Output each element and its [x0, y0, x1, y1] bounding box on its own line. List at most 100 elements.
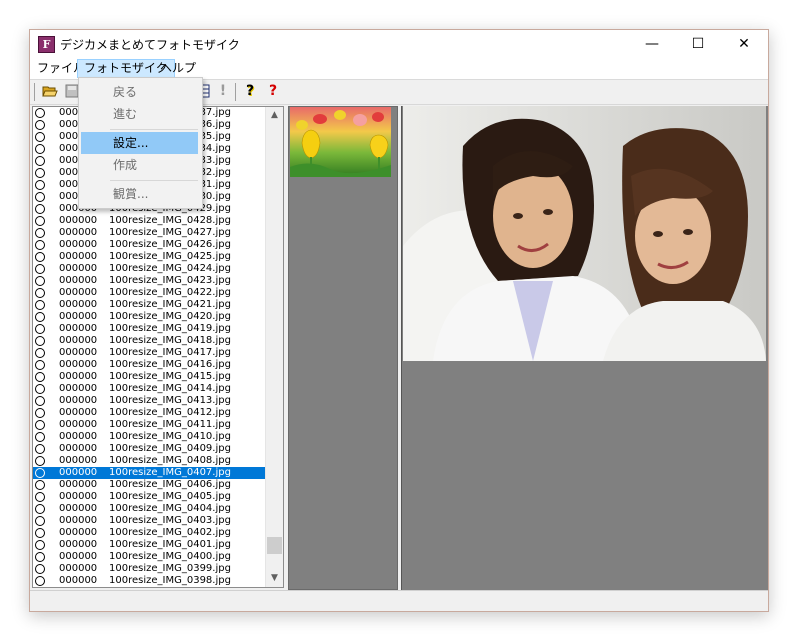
row-filename: 100resize_IMG_0422.jpg — [109, 287, 231, 298]
radio-circle-icon[interactable] — [35, 504, 45, 514]
radio-circle-icon[interactable] — [35, 576, 45, 586]
file-list-row[interactable]: 000000 100resize_IMG_0421.jpg — [33, 299, 266, 311]
file-list-row[interactable]: 000000 100resize_IMG_0404.jpg — [33, 503, 266, 515]
radio-circle-icon[interactable] — [35, 312, 45, 322]
file-list-row[interactable]: 000000 100resize_IMG_0407.jpg — [33, 467, 266, 479]
file-list-row[interactable]: 000000 100resize_IMG_0417.jpg — [33, 347, 266, 359]
minimize-button[interactable]: — — [629, 30, 675, 59]
file-list-row[interactable]: 000000 100resize_IMG_0428.jpg — [33, 215, 266, 227]
radio-circle-icon[interactable] — [35, 264, 45, 274]
radio-circle-icon[interactable] — [35, 240, 45, 250]
radio-circle-icon[interactable] — [35, 360, 45, 370]
radio-circle-icon[interactable] — [35, 384, 45, 394]
radio-circle-icon[interactable] — [35, 540, 45, 550]
file-list-row[interactable]: 000000 100resize_IMG_0402.jpg — [33, 527, 266, 539]
radio-circle-icon[interactable] — [35, 216, 45, 226]
maximize-button[interactable]: ☐ — [675, 30, 721, 59]
radio-circle-icon[interactable] — [35, 276, 45, 286]
row-code: 000000 — [59, 575, 98, 586]
file-list-row[interactable]: 000000 100resize_IMG_0420.jpg — [33, 311, 266, 323]
row-filename: 100resize_IMG_0401.jpg — [109, 539, 231, 550]
file-list-row[interactable]: 000000 100resize_IMG_0400.jpg — [33, 551, 266, 563]
radio-circle-icon[interactable] — [35, 252, 45, 262]
file-list-row[interactable]: 000000 100resize_IMG_0427.jpg — [33, 227, 266, 239]
radio-circle-icon[interactable] — [35, 108, 45, 118]
radio-circle-icon[interactable] — [35, 396, 45, 406]
help-icon[interactable]: ? — [242, 83, 258, 99]
file-list-row[interactable]: 000000 100resize_IMG_0413.jpg — [33, 395, 266, 407]
file-list-row[interactable]: 000000 100resize_IMG_0411.jpg — [33, 419, 266, 431]
file-list-row[interactable]: 000000 100resize_IMG_0416.jpg — [33, 359, 266, 371]
menu-help[interactable]: ヘルプ — [154, 59, 202, 78]
open-folder-icon[interactable] — [42, 83, 58, 99]
file-list-row[interactable]: 000000 100resize_IMG_0398.jpg — [33, 575, 266, 587]
radio-circle-icon[interactable] — [35, 324, 45, 334]
row-code: 000000 — [59, 539, 98, 550]
file-list-row[interactable]: 000000 100resize_IMG_0405.jpg — [33, 491, 266, 503]
row-filename: 100resize_IMG_0410.jpg — [109, 431, 231, 442]
scroll-up-icon[interactable]: ▲ — [266, 107, 283, 124]
radio-circle-icon[interactable] — [35, 492, 45, 502]
row-code: 000000 — [59, 419, 98, 430]
radio-circle-icon[interactable] — [35, 300, 45, 310]
radio-circle-icon[interactable] — [35, 528, 45, 538]
file-list-row[interactable]: 000000 100resize_IMG_0426.jpg — [33, 239, 266, 251]
row-filename: 100resize_IMG_0407.jpg — [109, 467, 231, 478]
file-list-row[interactable]: 000000 100resize_IMG_0419.jpg — [33, 323, 266, 335]
radio-circle-icon[interactable] — [35, 552, 45, 562]
radio-circle-icon[interactable] — [35, 372, 45, 382]
menu-item-settings[interactable]: 設定... — [81, 132, 198, 154]
radio-circle-icon[interactable] — [35, 204, 45, 214]
file-list-row[interactable]: 000000 100resize_IMG_0399.jpg — [33, 563, 266, 575]
file-list-row[interactable]: 000000 100resize_IMG_0409.jpg — [33, 443, 266, 455]
radio-circle-icon[interactable] — [35, 132, 45, 142]
row-filename: 100resize_IMG_0420.jpg — [109, 311, 231, 322]
context-help-icon[interactable]: ? — [265, 83, 281, 99]
radio-circle-icon[interactable] — [35, 456, 45, 466]
row-code: 000000 — [59, 347, 98, 358]
radio-circle-icon[interactable] — [35, 564, 45, 574]
file-list-row[interactable]: 000000 100resize_IMG_0423.jpg — [33, 275, 266, 287]
radio-circle-icon[interactable] — [35, 144, 45, 154]
file-list-row[interactable]: 000000 100resize_IMG_0422.jpg — [33, 287, 266, 299]
radio-circle-icon[interactable] — [35, 180, 45, 190]
radio-circle-icon[interactable] — [35, 336, 45, 346]
radio-circle-icon[interactable] — [35, 408, 45, 418]
title-bar[interactable]: F デジカメまとめてフォトモザイク — ☐ ✕ — [30, 30, 768, 59]
file-list-row[interactable]: 000000 100resize_IMG_0425.jpg — [33, 251, 266, 263]
file-list-row[interactable]: 000000 100resize_IMG_0410.jpg — [33, 431, 266, 443]
vertical-scrollbar[interactable]: ▲ ▼ — [265, 107, 283, 587]
tulip-thumbnail[interactable] — [290, 107, 391, 177]
radio-circle-icon[interactable] — [35, 192, 45, 202]
radio-circle-icon[interactable] — [35, 288, 45, 298]
file-list-row[interactable]: 000000 100resize_IMG_0415.jpg — [33, 371, 266, 383]
preview-photo[interactable] — [403, 106, 766, 361]
close-button[interactable]: ✕ — [721, 30, 767, 59]
radio-circle-icon[interactable] — [35, 444, 45, 454]
file-list-row[interactable]: 000000 100resize_IMG_0418.jpg — [33, 335, 266, 347]
radio-circle-icon[interactable] — [35, 468, 45, 478]
row-filename: 100resize_IMG_0414.jpg — [109, 383, 231, 394]
file-list-row[interactable]: 000000 100resize_IMG_0412.jpg — [33, 407, 266, 419]
file-list-row[interactable]: 000000 100resize_IMG_0406.jpg — [33, 479, 266, 491]
radio-circle-icon[interactable] — [35, 480, 45, 490]
radio-circle-icon[interactable] — [35, 120, 45, 130]
exclamation-icon[interactable]: ! — [215, 83, 231, 99]
file-list-row[interactable]: 000000 100resize_IMG_0424.jpg — [33, 263, 266, 275]
radio-circle-icon[interactable] — [35, 168, 45, 178]
radio-circle-icon[interactable] — [35, 432, 45, 442]
scroll-thumb[interactable] — [267, 537, 282, 554]
menu-separator — [110, 129, 198, 130]
file-list-row[interactable]: 000000 100resize_IMG_0403.jpg — [33, 515, 266, 527]
radio-circle-icon[interactable] — [35, 348, 45, 358]
file-list-row[interactable]: 000000 100resize_IMG_0401.jpg — [33, 539, 266, 551]
radio-circle-icon[interactable] — [35, 156, 45, 166]
file-list-row[interactable]: 000000 100resize_IMG_0397.jpg — [33, 587, 266, 588]
radio-circle-icon[interactable] — [35, 516, 45, 526]
file-list-row[interactable]: 000000 100resize_IMG_0408.jpg — [33, 455, 266, 467]
scroll-down-icon[interactable]: ▼ — [266, 570, 283, 587]
radio-circle-icon[interactable] — [35, 420, 45, 430]
row-filename: 100resize_IMG_0406.jpg — [109, 479, 231, 490]
radio-circle-icon[interactable] — [35, 228, 45, 238]
file-list-row[interactable]: 000000 100resize_IMG_0414.jpg — [33, 383, 266, 395]
